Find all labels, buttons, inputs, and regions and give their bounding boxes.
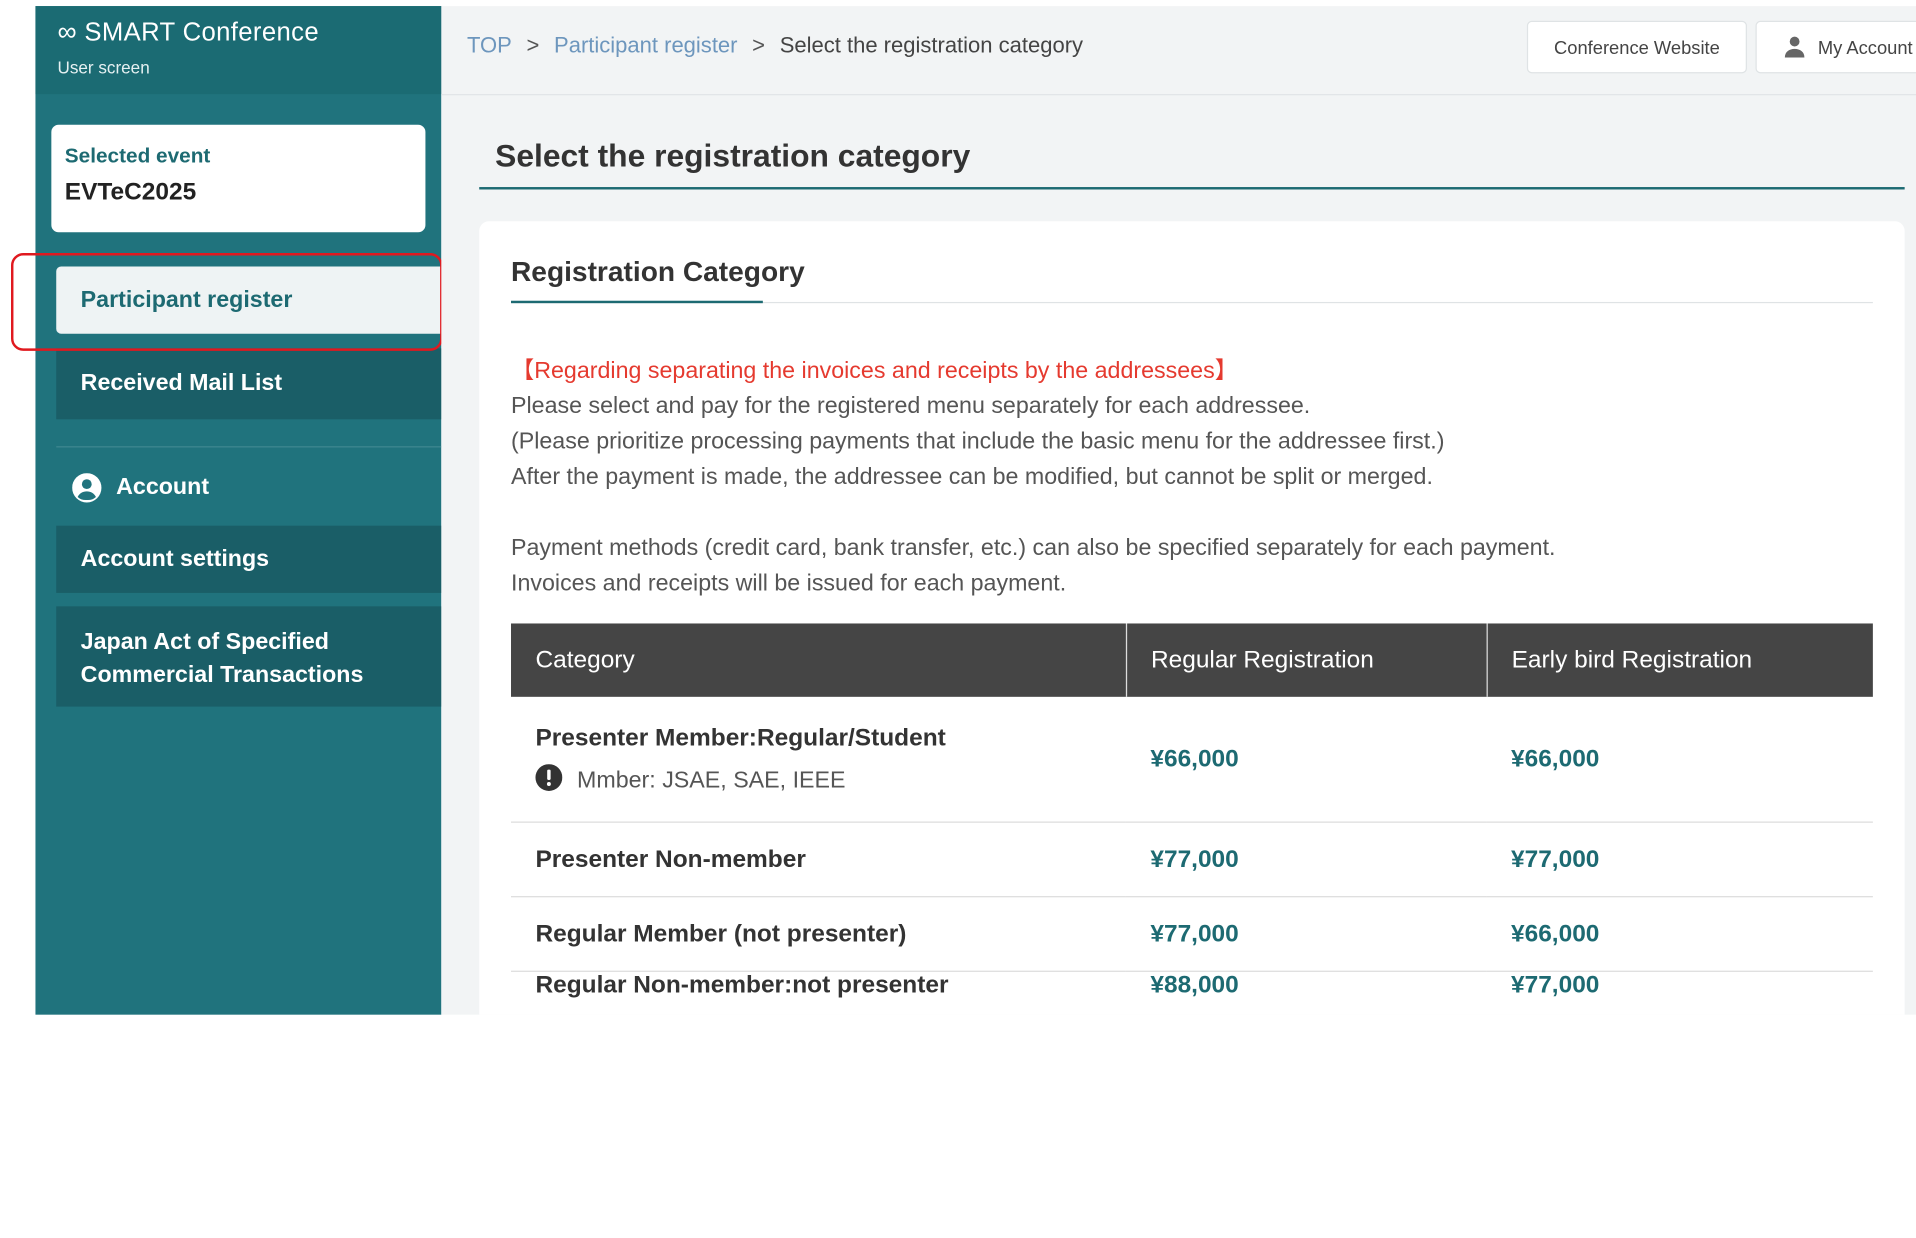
user-icon xyxy=(1784,36,1805,58)
column-header-early-bird: Early bird Registration xyxy=(1486,623,1873,697)
notice-line: Payment methods (credit card, bank trans… xyxy=(511,535,1556,562)
regular-price: ¥77,000 xyxy=(1125,896,1487,972)
sidebar-item-received-mail-list[interactable]: Received Mail List xyxy=(56,348,442,420)
regular-price: ¥66,000 xyxy=(1125,696,1487,823)
page-title-rule xyxy=(479,187,1905,190)
page-title: Select the registration category xyxy=(495,136,971,174)
early-bird-price: ¥66,000 xyxy=(1486,896,1873,972)
category-name: Presenter Member:Regular/Student xyxy=(535,724,946,752)
notice-line: Please select and pay for the registered… xyxy=(511,393,1311,420)
early-bird-price: ¥77,000 xyxy=(1486,971,1873,1015)
column-header-regular: Regular Registration xyxy=(1125,623,1488,697)
notice-line: (Please prioritize processing payments t… xyxy=(511,429,1445,455)
top-bar: TOP > Participant register > Select the regi… xyxy=(441,6,1916,96)
app-brand[interactable]: ∞ SMART Conference xyxy=(57,16,319,48)
table-row[interactable]: Presenter Non-member ¥77,000 ¥77,000 xyxy=(511,822,1873,898)
participant-register-highlight xyxy=(11,253,443,351)
selected-event-label: Selected event xyxy=(64,144,211,168)
notice-line: After the payment is made, the addressee… xyxy=(511,464,1433,491)
selected-event-value: EVTeC2025 xyxy=(64,178,197,206)
category-cell: Presenter Member:Regular/Student Mmber: … xyxy=(511,696,1126,823)
sidebar-item-account-settings[interactable]: Account settings xyxy=(56,525,442,593)
early-bird-price: ¥66,000 xyxy=(1486,696,1873,823)
category-note-text: Mmber: JSAE, SAE, IEEE xyxy=(577,767,846,793)
breadcrumb-participant-register[interactable]: Participant register xyxy=(554,33,737,57)
my-account-label: My Account xyxy=(1817,37,1913,59)
breadcrumb-current: Select the registration category xyxy=(779,33,1084,58)
card-title: Registration Category xyxy=(511,255,805,288)
brand-area: ∞ SMART Conference User screen xyxy=(35,6,442,95)
infinity-logo-icon: ∞ xyxy=(57,15,77,47)
category-name: Regular Member (not presenter) xyxy=(511,896,1126,972)
table-row[interactable]: Regular Non-member:not presenter ¥88,000… xyxy=(511,971,1873,1015)
sidebar-item-japan-act[interactable]: Japan Act of Specified Commercial Transa… xyxy=(56,606,442,707)
table-header-row: Category Regular Registration Early bird… xyxy=(511,623,1873,697)
app-brand-label: SMART Conference xyxy=(84,18,319,47)
my-account-button[interactable]: My Account xyxy=(1755,20,1916,74)
breadcrumb-separator: > xyxy=(752,33,766,58)
breadcrumb: TOP > Participant register > Select the regi… xyxy=(467,33,1083,59)
registration-category-card: Registration Category 【Regarding separat… xyxy=(479,221,1905,1015)
user-circle-icon xyxy=(72,473,102,503)
notice-title: 【Regarding separating the invoices and r… xyxy=(511,358,1238,384)
category-note: Mmber: JSAE, SAE, IEEE xyxy=(535,764,1101,794)
card-title-accent xyxy=(511,300,763,304)
conference-website-button[interactable]: Conference Website xyxy=(1526,20,1747,74)
sidebar-divider xyxy=(56,446,442,448)
notice-text: 【Regarding separating the invoices and r… xyxy=(511,353,1868,601)
regular-price: ¥77,000 xyxy=(1125,822,1487,898)
app-subtitle: User screen xyxy=(57,57,150,78)
sidebar: ∞ SMART Conference User screen Selected e… xyxy=(35,6,442,1015)
regular-price: ¥88,000 xyxy=(1125,971,1487,1015)
notice-line: Invoices and receipts will be issued for… xyxy=(511,570,1067,597)
category-name: Regular Non-member:not presenter xyxy=(511,971,1126,1015)
account-heading: Account xyxy=(72,471,209,505)
registration-category-table: Category Regular Registration Early bird… xyxy=(511,623,1873,1015)
selected-event-card: Selected event EVTeC2025 xyxy=(51,124,426,233)
breadcrumb-separator: > xyxy=(526,33,540,58)
table-row[interactable]: Presenter Member:Regular/Student Mmber: … xyxy=(511,696,1873,823)
notice-gap xyxy=(511,495,1868,530)
breadcrumb-top[interactable]: TOP xyxy=(467,33,512,57)
category-name: Presenter Non-member xyxy=(511,822,1126,898)
exclamation-icon xyxy=(535,764,563,792)
column-header-category: Category xyxy=(511,623,1127,697)
main-content: Select the registration category Registr… xyxy=(441,95,1916,1015)
table-row[interactable]: Regular Member (not presenter) ¥77,000 ¥… xyxy=(511,896,1873,972)
early-bird-price: ¥77,000 xyxy=(1486,822,1873,898)
account-heading-label: Account xyxy=(116,474,210,501)
